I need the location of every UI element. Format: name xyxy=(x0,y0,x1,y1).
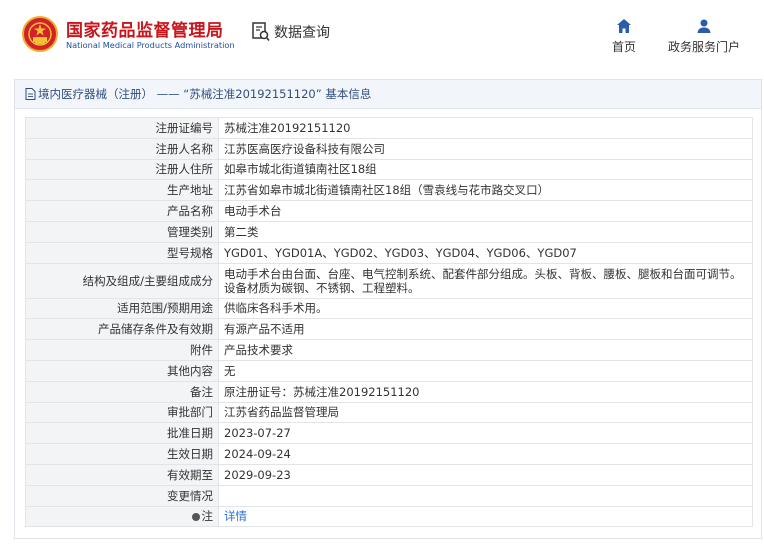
table-row: 型号规格 YGD01、YGD01A、YGD02、YGD03、YGD04、YGD06… xyxy=(25,241,753,264)
field-value: 产品技术要求 xyxy=(218,339,753,361)
nav-home-label: 首页 xyxy=(612,40,637,54)
field-label: 结构及组成/主要组成成分 xyxy=(25,262,219,299)
field-value: 供临床各科手术用。 xyxy=(218,297,753,320)
breadcrumb-text: 境内医疗器械（注册） —— “苏械注准20192151120” 基本信息 xyxy=(38,87,372,101)
document-icon xyxy=(25,88,36,100)
field-value: YGD01、YGD01A、YGD02、YGD03、YGD04、YGD06、YGD… xyxy=(218,241,753,264)
table-row: 产品储存条件及有效期 有源产品不适用 xyxy=(25,318,753,341)
site-subtitle: National Medical Products Administration xyxy=(66,40,235,50)
table-row: 批准日期 2023-07-27 xyxy=(25,422,753,445)
table-row: 产品名称 电动手术台 xyxy=(25,200,753,222)
registration-info-table: 注册证编号 苏械注准20192151120 注册人名称 江苏医高医疗设备科技有限公司… xyxy=(25,117,753,528)
field-label: 注册证编号 xyxy=(25,117,219,139)
field-value: 第二类 xyxy=(218,220,753,243)
table-row: 结构及组成/主要组成成分 电动手术台由台面、台座、电气控制系统、配套件部分组成。头… xyxy=(25,262,753,299)
field-value: 苏械注准20192151120 xyxy=(218,117,753,139)
field-label: 有效期至 xyxy=(25,463,219,486)
note-value-cell: 详情 xyxy=(218,505,753,528)
field-value: 2024-09-24 xyxy=(218,443,753,465)
table-row: 备注 原注册证号：苏械注准20192151120 xyxy=(25,380,753,403)
note-label: 注 xyxy=(201,509,214,524)
site-title: 国家药品监督管理局 xyxy=(66,21,224,41)
field-label: 附件 xyxy=(25,339,219,361)
field-label: 备注 xyxy=(25,380,219,403)
note-label-cell: 注 xyxy=(25,505,219,528)
field-value: 无 xyxy=(218,359,753,382)
field-value: 2029-09-23 xyxy=(218,463,753,486)
home-icon xyxy=(617,19,631,33)
table-row: 有效期至 2029-09-23 xyxy=(25,463,753,486)
breadcrumb: 境内医疗器械（注册） —— “苏械注准20192151120” 基本信息 xyxy=(15,80,761,109)
field-label: 产品名称 xyxy=(25,200,219,222)
table-row: 注册人名称 江苏医高医疗设备科技有限公司 xyxy=(25,137,753,160)
field-label: 生效日期 xyxy=(25,443,219,465)
nav-government-services-label: 政务服务门户 xyxy=(668,40,741,54)
field-label: 批准日期 xyxy=(25,422,219,445)
table-row: 注册人住所 如皋市城北街道镇南社区18组 xyxy=(25,158,753,181)
table-row: 生产地址 江苏省如皋市城北街道镇南社区18组（雪袁线与花市路交叉口） xyxy=(25,179,753,202)
field-label: 型号规格 xyxy=(25,241,219,264)
field-value: 2023-07-27 xyxy=(218,422,753,445)
details-link[interactable]: 详情 xyxy=(224,509,247,523)
nav-government-services[interactable]: 政务服务门户 xyxy=(668,18,740,55)
field-value: 如皋市城北街道镇南社区18组 xyxy=(218,158,753,181)
user-icon xyxy=(697,19,711,33)
field-label: 适用范围/预期用途 xyxy=(25,297,219,320)
table-row: 其他内容无 xyxy=(25,359,753,382)
field-label: 管理类别 xyxy=(25,220,219,243)
site-header: 国家药品监督管理局 National Medical Products Admi… xyxy=(0,0,764,72)
table-row: 附件 产品技术要求 xyxy=(25,339,753,361)
data-query-link[interactable]: 数据查询 xyxy=(252,22,330,42)
field-value: 电动手术台 xyxy=(218,200,753,222)
field-value: 电动手术台由台面、台座、电气控制系统、配套件部分组成。头板、背板、腰板、腿板和台… xyxy=(218,262,753,299)
table-row: 生效日期 2024-09-24 xyxy=(25,443,753,465)
table-row: 管理类别 第二类 xyxy=(25,220,753,243)
table-row: 审批部门 江苏省药品监督管理局 xyxy=(25,401,753,424)
table-row: 注 详情 xyxy=(25,505,753,528)
table-row: 变更情况 xyxy=(25,484,753,507)
field-value: 有源产品不适用 xyxy=(218,318,753,341)
field-label: 变更情况 xyxy=(25,484,219,507)
document-search-icon xyxy=(252,22,270,42)
field-label: 审批部门 xyxy=(25,401,219,424)
detail-panel: 境内医疗器械（注册） —— “苏械注准20192151120” 基本信息 注册证… xyxy=(14,79,762,539)
field-value: 江苏省如皋市城北街道镇南社区18组（雪袁线与花市路交叉口） xyxy=(218,179,753,202)
bulb-icon xyxy=(191,513,200,522)
field-value: 江苏省药品监督管理局 xyxy=(218,401,753,424)
table-row: 适用范围/预期用途 供临床各科手术用。 xyxy=(25,297,753,320)
field-label: 注册人住所 xyxy=(25,158,219,181)
field-value: 原注册证号：苏械注准20192151120 xyxy=(218,380,753,403)
data-query-label: 数据查询 xyxy=(274,25,330,41)
field-label: 其他内容 xyxy=(25,359,219,382)
field-value xyxy=(218,484,753,507)
field-label: 注册人名称 xyxy=(25,137,219,160)
field-label: 产品储存条件及有效期 xyxy=(25,318,219,341)
field-label: 生产地址 xyxy=(25,179,219,202)
nav-home[interactable]: 首页 xyxy=(612,18,636,55)
field-value: 江苏医高医疗设备科技有限公司 xyxy=(218,137,753,160)
table-row: 注册证编号 苏械注准20192151120 xyxy=(25,117,753,139)
national-emblem-icon xyxy=(22,16,58,52)
